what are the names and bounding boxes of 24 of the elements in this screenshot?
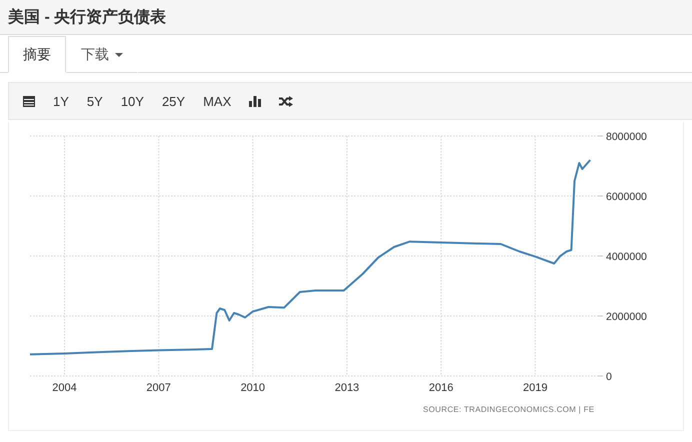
x-axis-label: 2019 (523, 382, 548, 394)
x-axis-label: 2004 (52, 382, 77, 394)
range-button[interactable]: 1Y (45, 90, 77, 112)
range-button[interactable]: 5Y (78, 90, 111, 112)
window-title: 美国 - 央行资产负债表 (8, 7, 166, 28)
y-axis-label: 2000000 (606, 311, 647, 323)
tab[interactable]: 下载 (66, 36, 138, 73)
range-button[interactable]: 10Y (112, 90, 152, 112)
y-axis-label: 4000000 (606, 251, 647, 263)
shuffle-icon (279, 96, 294, 106)
calendar-icon (23, 95, 35, 107)
x-axis-label: 2013 (334, 382, 360, 394)
x-axis-label: 2010 (240, 382, 266, 394)
tab[interactable]: 摘要 (8, 36, 66, 73)
y-axis-label: 0 (606, 371, 612, 383)
x-axis-label: 2007 (146, 382, 171, 394)
range-button[interactable]: MAX (195, 90, 240, 112)
y-axis-label: 8000000 (606, 131, 647, 143)
y-axis-label: 6000000 (606, 191, 647, 203)
caret-icon (115, 52, 123, 56)
range-button[interactable]: 25Y (154, 90, 194, 112)
source-text: SOURCE: TRADINGECONOMICS.COM | FE (423, 405, 594, 414)
bar-chart-icon (249, 96, 262, 106)
x-axis-label: 2016 (428, 382, 454, 394)
